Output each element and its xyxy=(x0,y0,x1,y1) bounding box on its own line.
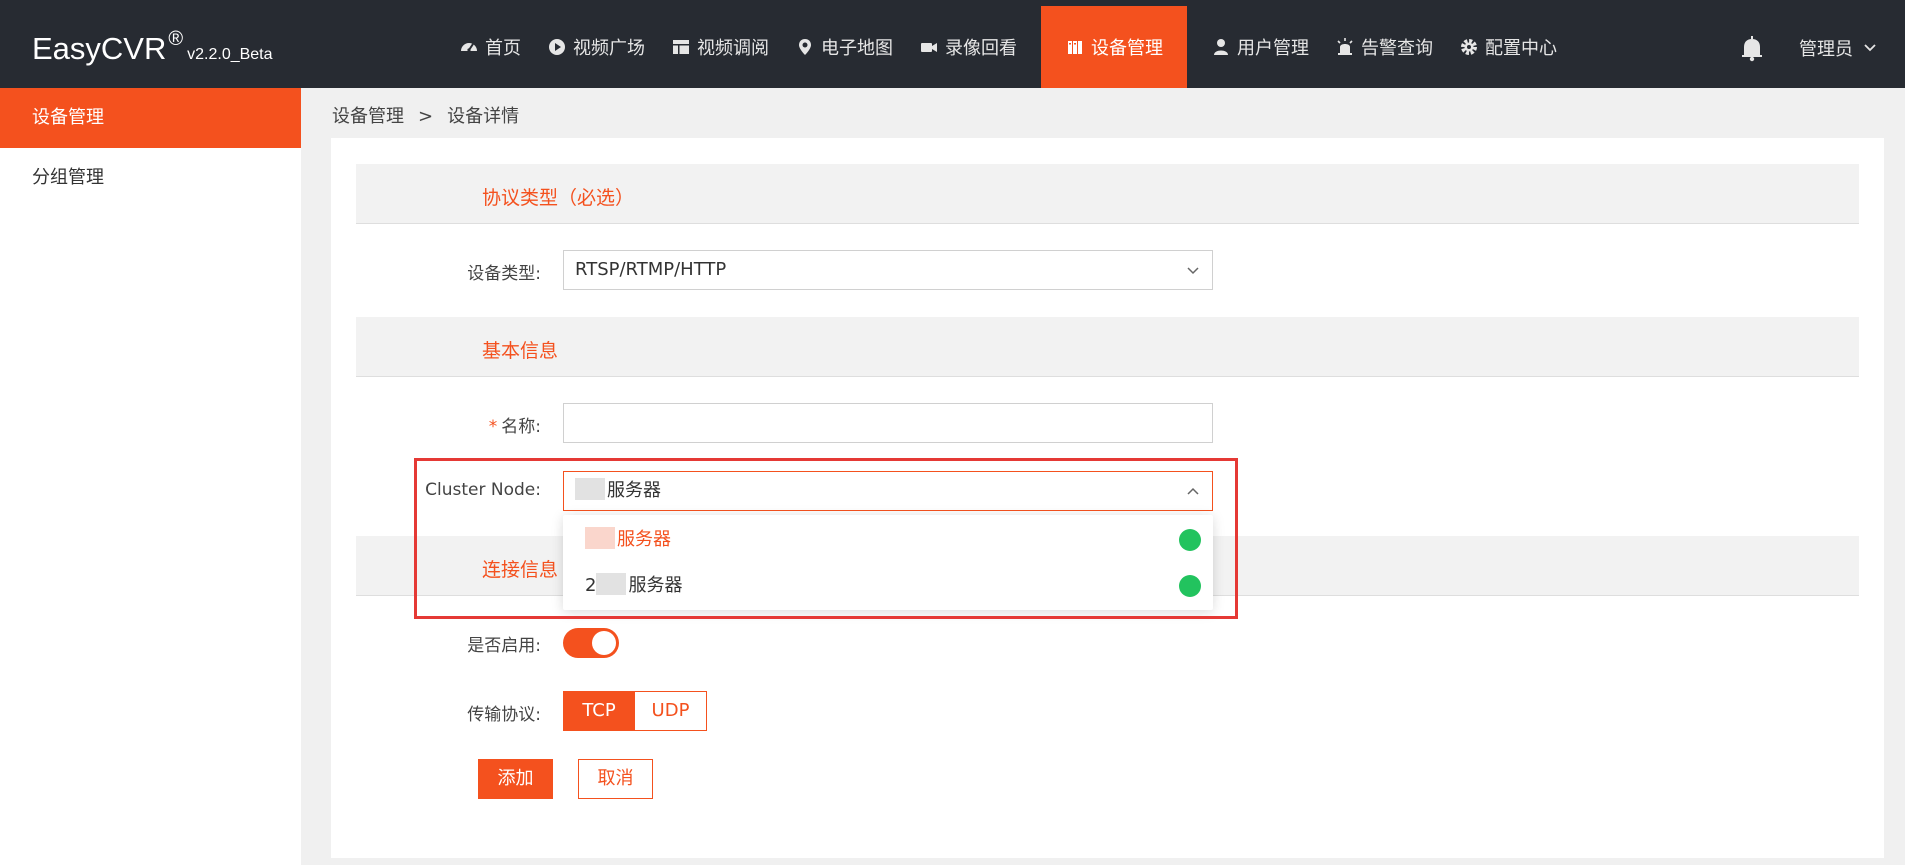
nav-label: 配置中心 xyxy=(1485,38,1557,59)
add-button[interactable]: 添加 xyxy=(478,759,553,799)
transport-option-udp[interactable]: UDP xyxy=(635,691,707,731)
gear-icon xyxy=(1461,39,1477,55)
breadcrumb-separator: > xyxy=(418,106,434,127)
cluster-node-value: 服务器 xyxy=(607,480,661,501)
sidebar-item-group-management[interactable]: 分组管理 xyxy=(0,148,301,208)
option-label: 服务器 xyxy=(617,529,671,550)
user-menu[interactable]: 管理员 xyxy=(1799,35,1877,61)
breadcrumb-parent[interactable]: 设备管理 xyxy=(332,106,404,127)
section-title: 基本信息 xyxy=(482,340,559,362)
transport-protocol-group: TCP UDP xyxy=(563,691,707,731)
brand-name: EasyCVR xyxy=(32,31,167,66)
nav-item-video-review[interactable]: 视频调阅 xyxy=(658,6,782,88)
required-mark: * xyxy=(488,417,498,437)
transport-option-tcp[interactable]: TCP xyxy=(563,691,635,731)
app-logo[interactable]: EasyCVR ®v2.2.0_Beta xyxy=(32,28,273,67)
nav-label: 电子地图 xyxy=(821,38,893,59)
device-type-select[interactable]: RTSP/RTMP/HTTP xyxy=(563,250,1213,290)
cluster-node-label: Cluster Node: xyxy=(425,480,541,500)
cluster-node-select[interactable]: 服务器 xyxy=(563,471,1213,511)
nav-label: 首页 xyxy=(485,38,521,59)
option-label: 服务器 xyxy=(628,575,683,596)
alarm-icon xyxy=(1337,38,1353,55)
sidebar-item-device-management[interactable]: 设备管理 xyxy=(0,88,301,148)
online-status-dot xyxy=(1179,529,1201,551)
section-protocol-type: 协议类型（必选） xyxy=(356,164,1859,224)
enabled-toggle[interactable] xyxy=(563,628,619,658)
map-pin-icon xyxy=(799,39,811,55)
nav-label: 设备管理 xyxy=(1091,38,1163,59)
nav-label: 用户管理 xyxy=(1237,38,1309,59)
name-input[interactable] xyxy=(563,403,1213,443)
online-status-dot xyxy=(1179,575,1201,597)
grid-layout-icon xyxy=(673,40,689,54)
registered-mark: ® xyxy=(168,28,184,50)
nav-label: 视频调阅 xyxy=(697,38,769,59)
top-navbar: EasyCVR ®v2.2.0_Beta 首页 视频广场 视频调阅 电子地图 录像… xyxy=(0,0,1905,88)
device-type-label: 设备类型: xyxy=(467,264,541,284)
option-prefix: 2 xyxy=(585,575,597,596)
bell-icon[interactable] xyxy=(1738,34,1766,62)
redacted-text xyxy=(575,478,605,500)
chevron-up-icon xyxy=(1187,487,1199,495)
dropdown-option-server-2[interactable]: 2 服务器 xyxy=(563,565,1213,607)
nav-label: 录像回看 xyxy=(945,38,1017,59)
cluster-node-dropdown: 服务器 2 服务器 xyxy=(563,515,1213,610)
redacted-text xyxy=(596,573,627,595)
dropdown-option-server-1[interactable]: 服务器 xyxy=(563,519,1213,561)
breadcrumb: 设备管理 > 设备详情 xyxy=(332,102,519,128)
play-circle-icon xyxy=(549,39,565,55)
device-type-value: RTSP/RTMP/HTTP xyxy=(575,259,727,280)
enabled-label: 是否启用: xyxy=(467,636,541,656)
transport-label: 传输协议: xyxy=(467,705,541,725)
nav-item-home[interactable]: 首页 xyxy=(446,6,534,88)
chevron-down-icon xyxy=(1187,267,1199,275)
section-title: 协议类型（必选） xyxy=(482,187,635,209)
device-form-card: 协议类型（必选） 设备类型: RTSP/RTMP/HTTP 基本信息 * 名称: … xyxy=(331,138,1884,858)
nav-item-playback[interactable]: 录像回看 xyxy=(906,6,1030,88)
nav-item-device-management[interactable]: 设备管理 xyxy=(1041,6,1187,88)
main-nav: 首页 视频广场 视频调阅 电子地图 录像回看 设备管理 用户管理 告警查询 配置… xyxy=(446,6,1570,88)
section-title: 连接信息 xyxy=(482,559,559,581)
nav-item-video-square[interactable]: 视频广场 xyxy=(534,6,658,88)
sidebar: 设备管理 分组管理 xyxy=(0,88,301,865)
cancel-button[interactable]: 取消 xyxy=(578,759,653,799)
breadcrumb-current: 设备详情 xyxy=(447,106,520,127)
user-name: 管理员 xyxy=(1799,39,1853,60)
toggle-knob xyxy=(592,631,616,655)
name-label: * 名称: xyxy=(281,412,541,437)
user-icon xyxy=(1214,39,1228,55)
nav-label: 视频广场 xyxy=(573,38,645,59)
nav-item-alarm-query[interactable]: 告警查询 xyxy=(1322,6,1446,88)
redacted-text xyxy=(585,527,615,549)
chevron-down-icon xyxy=(1864,44,1876,52)
nav-item-config-center[interactable]: 配置中心 xyxy=(1446,6,1570,88)
nav-item-user-management[interactable]: 用户管理 xyxy=(1198,6,1322,88)
name-label-text: 名称: xyxy=(501,417,541,437)
section-basic-info: 基本信息 xyxy=(356,317,1859,377)
video-camera-icon xyxy=(921,43,937,52)
app-version: v2.2.0_Beta xyxy=(187,46,273,63)
dashboard-icon xyxy=(461,43,477,52)
device-icon xyxy=(1068,41,1082,54)
nav-item-map[interactable]: 电子地图 xyxy=(782,6,906,88)
nav-label: 告警查询 xyxy=(1361,38,1433,59)
